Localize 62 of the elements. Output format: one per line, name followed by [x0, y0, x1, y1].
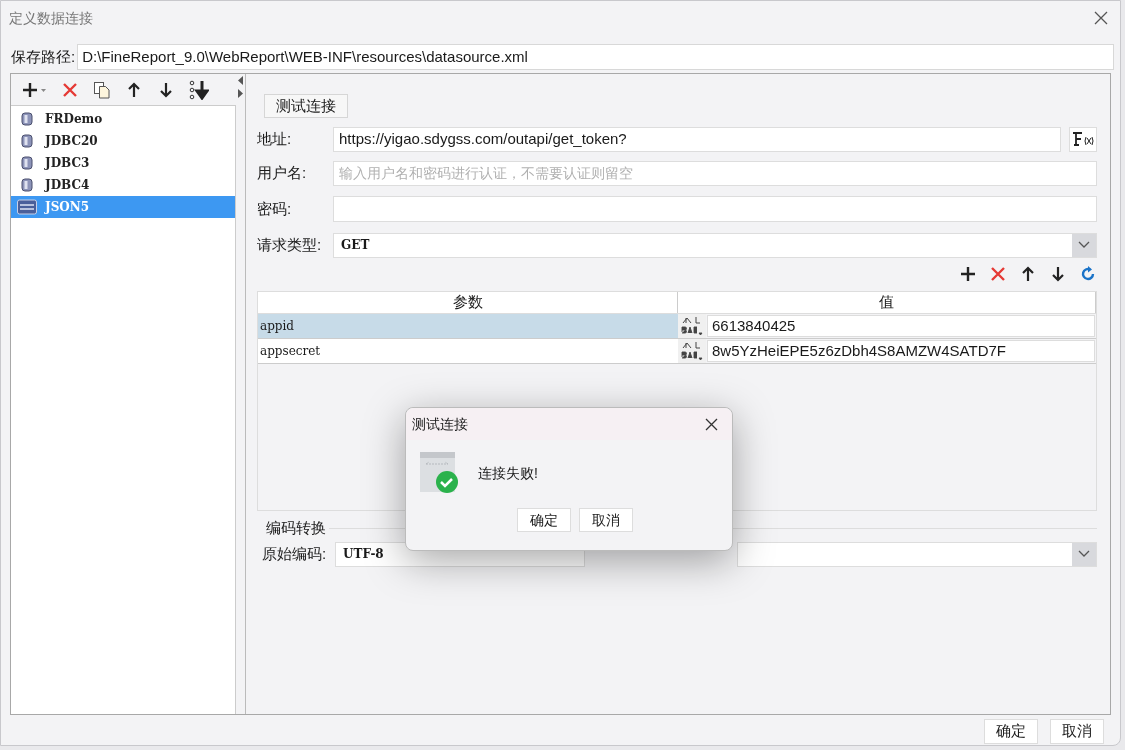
cancel-button[interactable]: 取消: [579, 508, 633, 532]
connection-item[interactable]: JDBC3: [11, 152, 235, 174]
chevron-down-icon: [1078, 550, 1090, 558]
sort-icon[interactable]: [189, 79, 209, 100]
refresh-icon[interactable]: [1079, 265, 1097, 283]
column-header: 参数: [258, 292, 678, 313]
field-label: 用户名:: [257, 162, 308, 183]
connection-item[interactable]: FRDemo: [11, 108, 235, 130]
move-down-icon[interactable]: [1049, 265, 1067, 283]
database-icon: [21, 134, 33, 148]
section-title: 编码转换: [266, 518, 326, 538]
text-type-icon[interactable]: [680, 316, 704, 336]
text-type-icon[interactable]: [680, 341, 704, 361]
column-header: 值: [678, 292, 1096, 313]
copy-icon[interactable]: [93, 80, 111, 99]
table-cell[interactable]: appsecret: [258, 339, 678, 363]
close-icon[interactable]: [705, 417, 718, 431]
add-icon[interactable]: [959, 265, 977, 283]
save-path-field[interactable]: D:\FineReport_9.0\WebReport\WEB-INF\resources\datasource.xml: [77, 44, 1114, 70]
json-file-icon: [17, 199, 37, 215]
combo-value: GET: [340, 237, 371, 254]
table-cell[interactable]: appid: [258, 314, 678, 338]
chevron-down-icon: [1078, 241, 1090, 249]
formula-button[interactable]: [1069, 126, 1097, 152]
field-label: 请求类型:: [257, 234, 323, 255]
collapse-left-icon[interactable]: [238, 76, 243, 85]
connection-name: FRDemo: [45, 111, 103, 128]
connection-name: JSON5: [45, 199, 90, 216]
cancel-button[interactable]: 取消: [1050, 719, 1104, 744]
field-label: 密码:: [257, 198, 293, 219]
combo-value: UTF-8: [343, 546, 384, 563]
delete-icon[interactable]: [989, 265, 1007, 283]
database-icon: [21, 178, 33, 192]
database-icon: [21, 156, 33, 170]
address-field[interactable]: https://yigao.sdygss.com/outapi/get_token?: [333, 126, 1061, 152]
value-field[interactable]: 6613840425: [707, 315, 1095, 337]
connection-name: JDBC4: [45, 177, 90, 194]
formula-icon: [1072, 131, 1094, 147]
ok-button[interactable]: 确定: [517, 508, 571, 532]
request-type-combo[interactable]: GET: [333, 232, 1097, 258]
ok-button[interactable]: 确定: [984, 719, 1038, 744]
dialog-message: 连接失败!: [478, 463, 538, 483]
connection-name: JDBC20: [45, 133, 98, 150]
username-field[interactable]: 输入用户名和密码进行认证，不需要认证则留空: [333, 160, 1097, 186]
password-field[interactable]: [333, 196, 1097, 222]
save-path-label: 保存路径:: [11, 46, 76, 67]
move-down-icon[interactable]: [157, 80, 175, 99]
field-label: 原始编码:: [262, 543, 328, 564]
close-icon[interactable]: [1094, 11, 1108, 25]
add-icon[interactable]: [21, 80, 47, 99]
connection-status-icon: [420, 452, 458, 494]
delete-icon[interactable]: [61, 80, 79, 99]
connection-item[interactable]: JDBC20: [11, 130, 235, 152]
window-title: 定义数据连接: [9, 8, 93, 28]
test-connection-button[interactable]: 测试连接: [264, 94, 348, 118]
connection-name: JDBC3: [45, 155, 90, 172]
database-icon: [21, 112, 33, 126]
value-field[interactable]: 8w5YzHeiEPE5z6zDbh4S8AMZW4SATD7F: [707, 340, 1095, 362]
dialog-title: 测试连接: [412, 414, 468, 434]
connection-item[interactable]: JDBC4: [11, 174, 235, 196]
collapse-right-icon[interactable]: [238, 89, 243, 98]
field-label: 地址:: [257, 128, 293, 149]
